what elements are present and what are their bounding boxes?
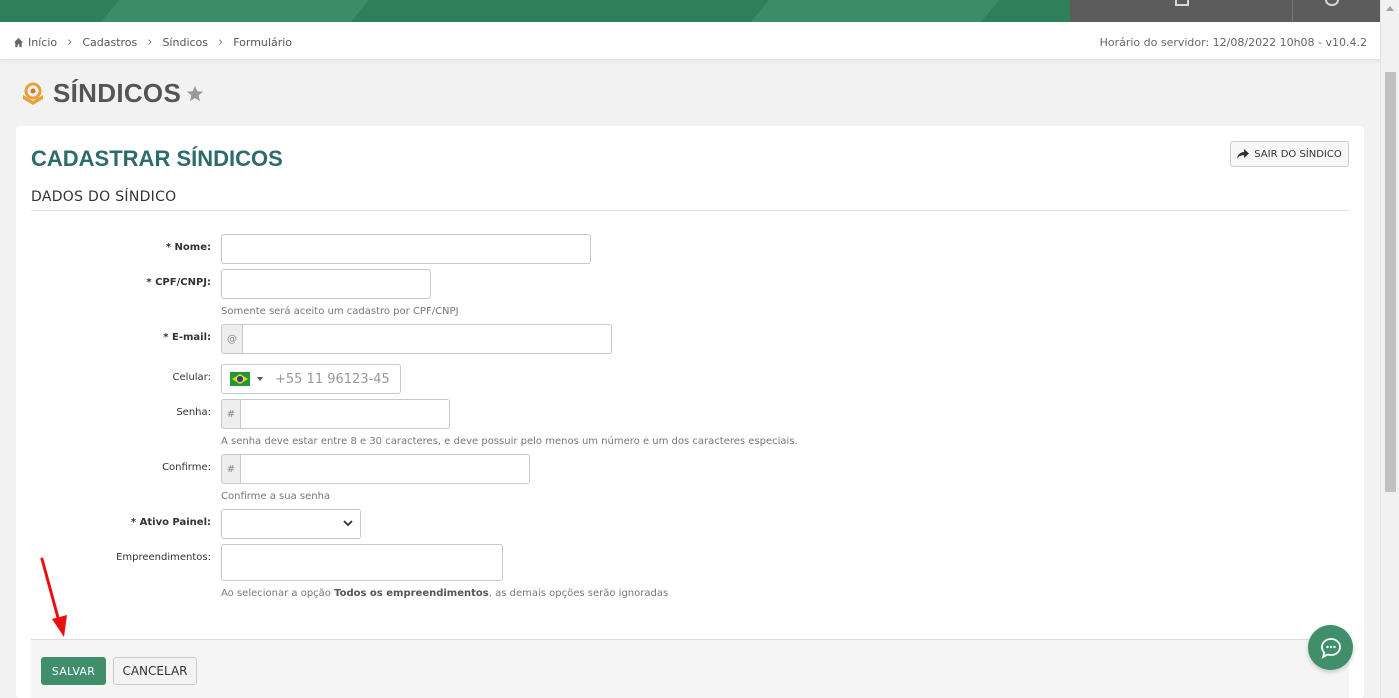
cancel-button[interactable]: CANCELAR [113, 657, 197, 685]
chevron-right-icon: › [147, 35, 153, 50]
chat-icon [1320, 637, 1341, 659]
top-banner [0, 0, 1380, 22]
senha-label: Senha: [176, 407, 211, 418]
senha-help: A senha deve estar entre 8 e 30 caracter… [221, 436, 798, 447]
banner-stripe [100, 0, 370, 22]
email-label: * E-mail: [163, 332, 211, 343]
empreendimentos-help: Ao selecionar a opção Todos os empreendi… [221, 588, 668, 599]
celular-placeholder: +55 11 96123-45 [275, 371, 390, 387]
share-icon [1237, 149, 1250, 159]
breadcrumb-item-inicio[interactable]: Início [28, 36, 57, 49]
nome-label: * Nome: [165, 242, 211, 253]
report-icon[interactable] [1175, 0, 1189, 6]
flag-brazil-icon[interactable] [230, 372, 250, 386]
email-addon: @ [221, 324, 242, 354]
senha-input[interactable] [240, 399, 450, 429]
exit-label: SAIR DO SÍNDICO [1254, 148, 1342, 160]
save-button[interactable]: SALVAR [41, 657, 106, 685]
email-input[interactable] [242, 324, 612, 354]
confirme-addon: # [221, 454, 240, 484]
empreendimentos-help-bold: Todos os empreendimentos [334, 588, 489, 599]
chevron-right-icon: › [218, 35, 224, 50]
page-title: SÍNDICOS [53, 78, 182, 108]
section-title: DADOS DO SÍNDICO [31, 189, 177, 205]
chat-button[interactable] [1308, 625, 1353, 670]
empreendimentos-select[interactable] [221, 544, 503, 581]
cpf-input[interactable] [221, 269, 431, 299]
annotation-arrow-icon [40, 557, 67, 637]
breadcrumb-item-formulario: Formulário [233, 36, 293, 49]
confirme-input[interactable] [240, 454, 530, 484]
ativo-painel-label: * Ativo Painel: [130, 517, 211, 528]
confirme-label: Confirme: [162, 462, 211, 473]
chevron-right-icon: › [67, 35, 73, 50]
form-card: CADASTRAR SÍNDICOS SAIR DO SÍNDICO DADOS… [16, 126, 1364, 698]
breadcrumb-item-sindicos[interactable]: Síndicos [162, 36, 208, 49]
banner-user-zone [1070, 0, 1380, 22]
nome-input[interactable] [221, 234, 591, 264]
empreendimentos-help-pre: Ao selecionar a opção [221, 588, 335, 599]
scrollbar-thumb[interactable] [1385, 72, 1396, 492]
cpf-label: * CPF/CNPJ: [146, 277, 211, 288]
page-heading: SÍNDICOS [20, 78, 204, 109]
ativo-painel-select[interactable] [221, 509, 361, 539]
home-icon [13, 37, 24, 48]
breadcrumb: Início › Cadastros › Síndicos › Formulár… [13, 36, 292, 49]
chevron-down-icon[interactable] [257, 377, 263, 381]
banner-divider [1292, 0, 1293, 22]
section-divider [31, 210, 1349, 211]
card-title: CADASTRAR SÍNDICOS [31, 146, 283, 171]
scroll-up-arrow[interactable] [1386, 6, 1394, 11]
cpf-help: Somente será aceito um cadastro por CPF/… [221, 306, 459, 317]
banner-stripe [750, 0, 1000, 22]
breadcrumb-item-cadastros[interactable]: Cadastros [82, 36, 137, 49]
empreendimentos-help-post: , as demais opções serão ignoradas [488, 588, 669, 599]
celular-label: Celular: [172, 372, 211, 383]
chevron-down-icon [343, 520, 353, 527]
brand-icon [23, 82, 43, 105]
exit-sindico-button[interactable]: SAIR DO SÍNDICO [1230, 141, 1349, 167]
star-icon[interactable] [186, 85, 204, 103]
gear-icon[interactable] [1325, 0, 1339, 6]
page-scrollbar[interactable] [1380, 0, 1399, 698]
senha-addon: # [221, 399, 240, 429]
breadcrumb-bar: Início › Cadastros › Síndicos › Formulár… [0, 22, 1380, 60]
form-actions-bar [31, 639, 1349, 698]
server-time: Horário do servidor: 12/08/2022 10h08 - … [1099, 36, 1367, 49]
celular-input[interactable]: +55 11 96123-45 [221, 364, 401, 394]
confirme-help: Confirme a sua senha [221, 491, 331, 502]
